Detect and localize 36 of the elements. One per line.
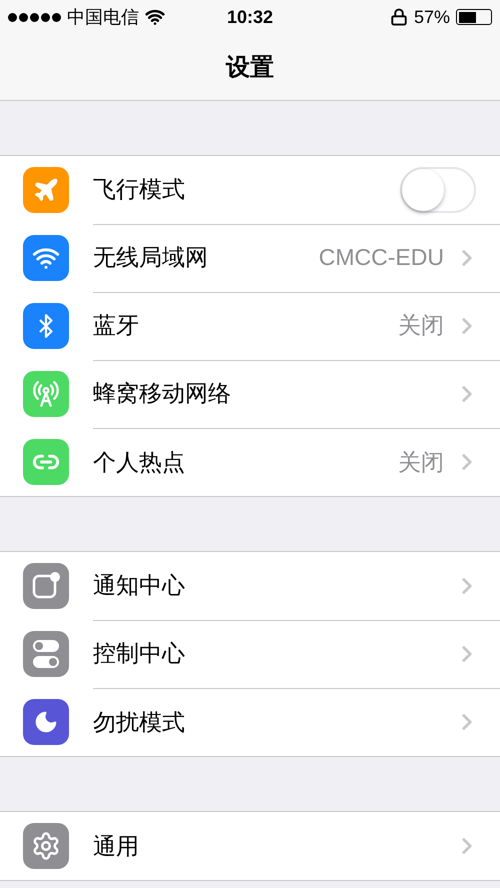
row-label: 个人热点	[93, 448, 186, 476]
wifi-icon	[145, 7, 165, 27]
notification-icon	[31, 571, 61, 601]
row-value: 关闭	[398, 448, 444, 476]
row-value: CMCC-EDU	[318, 244, 444, 271]
settings-row[interactable]: 飞行模式	[0, 156, 500, 224]
settings-row[interactable]: 通知中心	[0, 552, 500, 620]
settings-row[interactable]: 无线局域网 CMCC-EDU	[0, 224, 500, 292]
row-label: 飞行模式	[93, 175, 186, 204]
row-label: 控制中心	[93, 639, 186, 668]
antenna-icon	[32, 380, 60, 408]
settings-row[interactable]: 控制中心	[0, 620, 500, 688]
nav-title: 设置	[226, 53, 274, 83]
row-label: 蓝牙	[93, 311, 140, 340]
row-label: 通用	[93, 832, 140, 860]
settings-row[interactable]: 通用	[0, 812, 500, 880]
row-label: 蜂窝移动网络	[93, 379, 232, 408]
gear-icon	[31, 831, 61, 861]
row-label: 无线局域网	[93, 243, 209, 272]
signal-icon	[8, 12, 61, 22]
airplane-icon	[32, 176, 60, 204]
settings-row[interactable]: 蜂窝移动网络	[0, 360, 500, 428]
carrier-name: 中国电信	[67, 6, 139, 29]
settings-row[interactable]: 勿扰模式	[0, 688, 500, 756]
battery-percent: 57%	[414, 6, 450, 28]
settings-row[interactable]: 蓝牙 关闭	[0, 292, 500, 360]
moon-icon	[33, 709, 59, 735]
row-label: 勿扰模式	[93, 708, 186, 736]
row-label: 通知中心	[93, 571, 186, 600]
battery-icon	[456, 9, 492, 25]
row-value: 关闭	[398, 311, 444, 340]
toggle-switch[interactable]	[400, 166, 476, 212]
settings-row[interactable]: 个人热点 关闭	[0, 428, 500, 496]
toggles-icon	[31, 638, 61, 670]
rotation-lock-icon	[390, 8, 408, 26]
clock: 10:32	[226, 6, 274, 28]
